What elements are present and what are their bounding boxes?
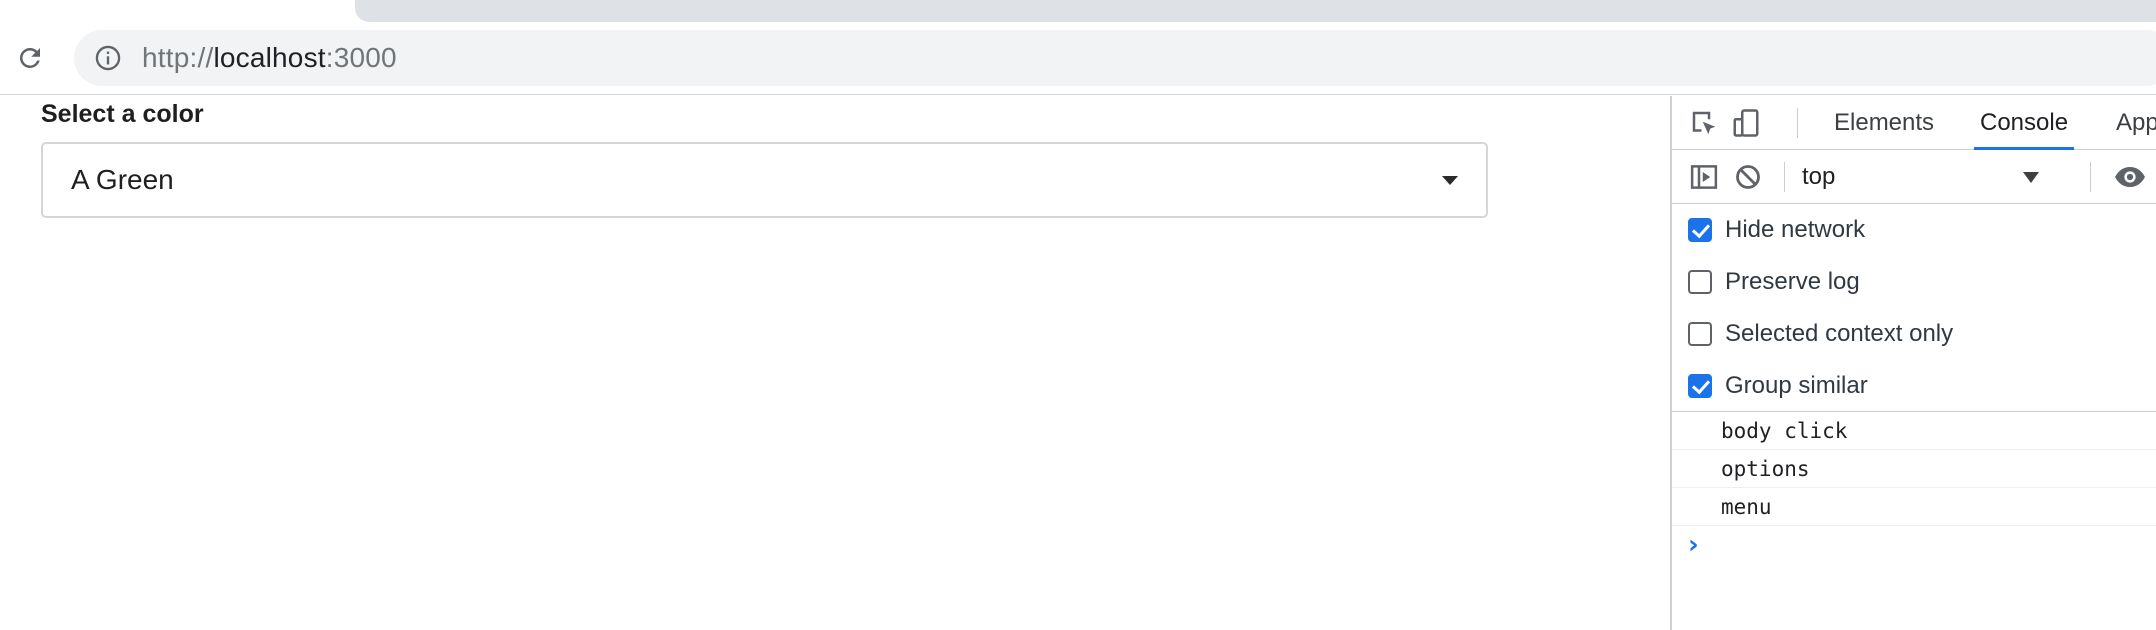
tab-strip	[0, 0, 2156, 22]
console-message[interactable]: options	[1672, 450, 2156, 488]
toolbar-divider	[2090, 162, 2091, 192]
selected-context-checkbox[interactable]	[1688, 322, 1712, 346]
setting-label: Preserve log	[1725, 268, 1860, 295]
clear-console-icon	[1736, 165, 1760, 189]
console-message[interactable]: body click	[1672, 412, 2156, 450]
prompt-chevron-icon: ›	[1688, 530, 1699, 560]
setting-label: Hide network	[1725, 216, 1866, 243]
console-toolbar: top	[1672, 150, 2156, 204]
setting-selected-context-only[interactable]: Selected context only	[1672, 308, 2156, 360]
toolbar-divider	[1784, 162, 1785, 192]
page-content: Select a color A Green	[0, 96, 1670, 630]
setting-preserve-log[interactable]: Preserve log	[1672, 256, 2156, 308]
context-label: top	[1802, 163, 1836, 190]
tab-elements[interactable]: Elements	[1834, 96, 1934, 150]
toolbar-divider	[1797, 108, 1798, 138]
browser-toolbar: http://localhost:3000	[0, 22, 2156, 95]
tab-console[interactable]: Console	[1974, 96, 2075, 150]
url-host: localhost	[213, 42, 326, 73]
device-icon	[1733, 109, 1759, 137]
url-scheme: http://	[142, 42, 214, 73]
color-select-label: Select a color	[41, 100, 204, 128]
reload-icon	[20, 47, 40, 68]
reload-button[interactable]	[10, 38, 50, 78]
clear-console-button[interactable]	[1730, 159, 1766, 195]
color-select-value: A Green	[71, 164, 174, 195]
dropdown-caret-icon	[1442, 176, 1458, 185]
eye-icon	[2115, 167, 2145, 187]
live-expression-button[interactable]	[2112, 159, 2148, 195]
setting-label: Selected context only	[1725, 320, 1954, 347]
setting-group-similar[interactable]: Group similar	[1672, 360, 2156, 412]
url-port: :3000	[325, 42, 397, 73]
console-prompt[interactable]: ›	[1688, 526, 2156, 566]
address-bar[interactable]: http://localhost:3000	[74, 30, 2156, 86]
sidebar-toggle-icon	[1690, 165, 1718, 189]
group-similar-checkbox[interactable]	[1688, 374, 1712, 398]
tab-application[interactable]: App	[2116, 96, 2156, 150]
context-selector[interactable]: top	[1800, 158, 2100, 196]
setting-hide-network[interactable]: Hide network	[1672, 204, 2156, 256]
console-message[interactable]: menu	[1672, 488, 2156, 526]
inspect-element-button[interactable]	[1686, 105, 1722, 141]
color-select[interactable]: A Green	[41, 142, 1488, 218]
chevron-down-icon	[2023, 172, 2039, 183]
preserve-log-checkbox[interactable]	[1688, 270, 1712, 294]
inspect-cursor-icon	[1692, 111, 1716, 135]
hide-network-checkbox[interactable]	[1688, 218, 1712, 242]
device-toolbar-button[interactable]	[1728, 105, 1764, 141]
site-info-icon[interactable]	[94, 44, 122, 72]
console-settings: Hide network Preserve log Selected conte…	[1672, 204, 2156, 412]
console-messages: body click options menu	[1672, 412, 2156, 526]
sidebar-toggle-button[interactable]	[1686, 159, 1722, 195]
devtools-tab-bar: Elements Console App	[1672, 96, 2156, 150]
url-text: http://localhost:3000	[142, 42, 397, 74]
setting-label: Group similar	[1725, 372, 1868, 399]
devtools-panel: Elements Console App top Hide network Pr…	[1670, 96, 2156, 630]
inactive-tab-area[interactable]	[355, 0, 2156, 22]
